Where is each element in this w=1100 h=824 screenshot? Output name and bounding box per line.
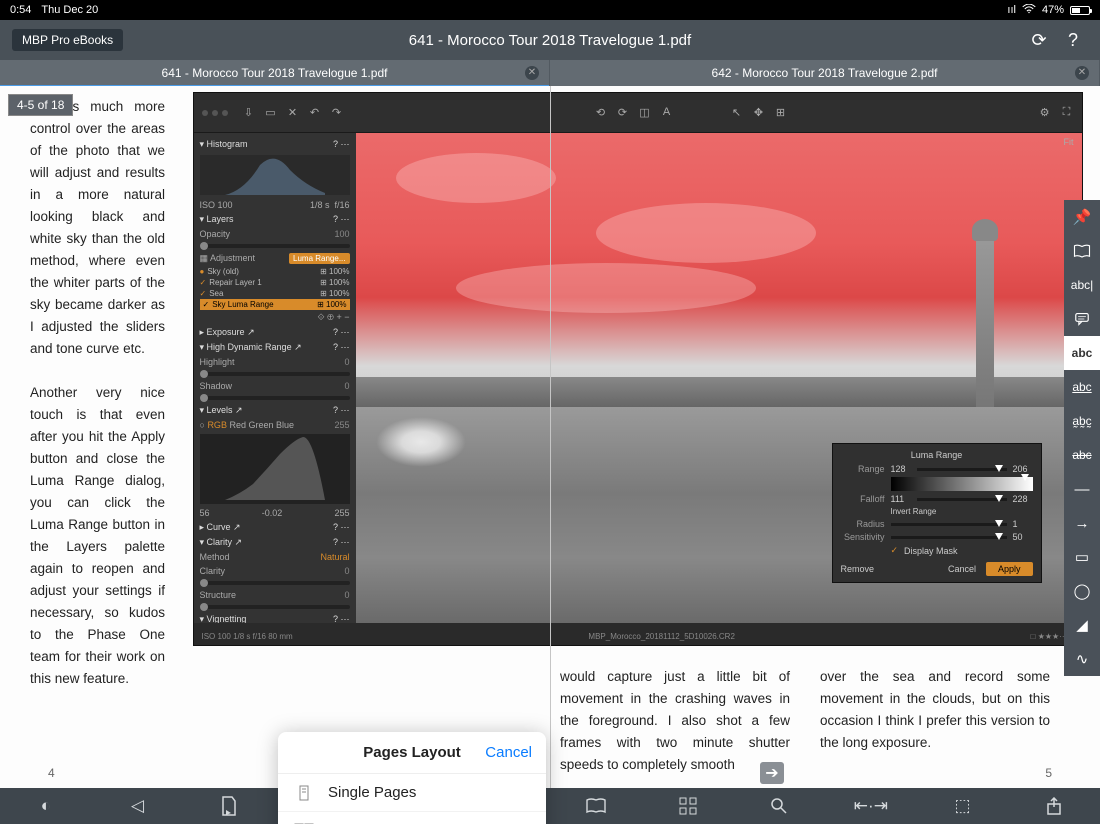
layout-double-pages[interactable]: Double Pages bbox=[278, 812, 546, 824]
squiggly-icon[interactable]: a̰b̰c̰ bbox=[1064, 404, 1100, 438]
embedded-screenshot: ⇩ ▭ ✕ ↶ ↷ ⟲ ⟳ ◫ A ↖ ✥ ⊞ ⚙ ⛶ bbox=[193, 92, 1083, 646]
tab-label: 641 - Morocco Tour 2018 Travelogue 1.pdf bbox=[162, 66, 388, 80]
wifi-icon bbox=[1022, 4, 1036, 17]
body-text-mid: would capture just a little bit of movem… bbox=[545, 666, 810, 776]
underline-icon[interactable]: abc bbox=[1064, 370, 1100, 404]
tab-doc-2[interactable]: 642 - Morocco Tour 2018 Travelogue 2.pdf… bbox=[550, 60, 1100, 86]
ss-image-viewer: Fit Luma Range Range128206 Falloff111228… bbox=[356, 133, 1082, 623]
grid-icon[interactable] bbox=[642, 788, 734, 824]
book-icon[interactable] bbox=[1064, 234, 1100, 268]
redo-icon: ↷ bbox=[330, 106, 344, 120]
oval-icon[interactable]: ◯ bbox=[1064, 574, 1100, 608]
search-icon[interactable] bbox=[733, 788, 825, 824]
tab-doc-1[interactable]: 641 - Morocco Tour 2018 Travelogue 1.pdf… bbox=[0, 60, 550, 86]
cancel-button[interactable]: Cancel bbox=[485, 744, 532, 761]
strikeout-icon[interactable]: abc bbox=[1064, 438, 1100, 472]
layout-single-pages[interactable]: Single Pages bbox=[278, 774, 546, 812]
comment-icon[interactable] bbox=[1064, 302, 1100, 336]
bottom-toolbar: ◐ ◁ ⊡ ⇤·⇥ ⬚ bbox=[0, 788, 1100, 824]
single-page-icon bbox=[294, 785, 314, 801]
gear-icon: ⚙ bbox=[1038, 106, 1052, 120]
arrow-icon[interactable]: → bbox=[1064, 506, 1100, 540]
ss-left-panels: ▾ Histogram? ⋯ ISO 1001/8 s f/16 ▾ Layer… bbox=[194, 133, 356, 623]
document-title: 641 - Morocco Tour 2018 Travelogue 1.pdf bbox=[409, 32, 691, 49]
highlight-icon[interactable]: abc bbox=[1064, 336, 1100, 370]
next-arrow-button[interactable]: ➔ bbox=[760, 762, 784, 784]
help-icon[interactable]: ? bbox=[1060, 30, 1086, 51]
battery-pct: 47% bbox=[1042, 4, 1064, 16]
page-icon[interactable] bbox=[183, 788, 275, 824]
reader-icon[interactable] bbox=[550, 788, 642, 824]
sync-icon[interactable]: ⟳ bbox=[1026, 30, 1052, 51]
pin-icon[interactable]: 📌 bbox=[1064, 200, 1100, 234]
grid-icon: ⊞ bbox=[774, 106, 788, 120]
document-tabs: 641 - Morocco Tour 2018 Travelogue 1.pdf… bbox=[0, 60, 1100, 86]
fullscreen-icon: ⛶ bbox=[1060, 106, 1074, 120]
view-mode-icon[interactable]: ◐ bbox=[0, 788, 92, 824]
body-text-below-left bbox=[0, 666, 285, 776]
page-content: 4-5 of 18 ives us much more control over… bbox=[0, 86, 1100, 788]
text-icon: A bbox=[660, 106, 674, 120]
back-icon[interactable]: ◁ bbox=[92, 788, 184, 824]
rotate2-icon: ⟳ bbox=[616, 106, 630, 120]
text-cursor-icon[interactable]: abc| bbox=[1064, 268, 1100, 302]
popup-title: Pages Layout bbox=[363, 744, 461, 761]
wave-icon[interactable]: ∿ bbox=[1064, 642, 1100, 676]
selection-icon[interactable]: ⬚ bbox=[917, 788, 1009, 824]
annotation-toolbar: 📌 abc| abc abc a̰b̰c̰ abc — → ▭ ◯ ◢ ∿ bbox=[1064, 200, 1100, 676]
luma-range-dialog: Luma Range Range128206 Falloff111228 Inv… bbox=[832, 443, 1042, 583]
crop-icon: ◫ bbox=[638, 106, 652, 120]
page-divider bbox=[550, 86, 551, 788]
library-bookmark[interactable]: MBP Pro eBooks bbox=[12, 29, 123, 51]
app-topbar: MBP Pro eBooks 641 - Morocco Tour 2018 T… bbox=[0, 20, 1100, 60]
rect-icon[interactable]: ▭ bbox=[1064, 540, 1100, 574]
move-icon: ✥ bbox=[752, 106, 766, 120]
x-icon: ✕ bbox=[286, 106, 300, 120]
date: Thu Dec 20 bbox=[41, 4, 98, 16]
popup-item-label: Single Pages bbox=[328, 784, 416, 801]
page-num-right: 5 bbox=[1045, 766, 1052, 780]
import-icon: ⇩ bbox=[242, 106, 256, 120]
clock: 0:54 bbox=[10, 4, 31, 16]
ios-statusbar: 0:54 Thu Dec 20 ııl 47% bbox=[0, 0, 1100, 20]
rotate-icon: ⟲ bbox=[594, 106, 608, 120]
fit-width-icon[interactable]: ⇤·⇥ bbox=[825, 788, 917, 824]
page-indicator: 4-5 of 18 bbox=[8, 94, 73, 116]
undo-icon: ↶ bbox=[308, 106, 322, 120]
eraser-icon[interactable]: ◢ bbox=[1064, 608, 1100, 642]
tab-label: 642 - Morocco Tour 2018 Travelogue 2.pdf bbox=[712, 66, 938, 80]
pages-layout-popup: Pages Layout Cancel Single Pages Double … bbox=[278, 732, 546, 824]
share-icon[interactable] bbox=[1008, 788, 1100, 824]
body-text-right: over the sea and record some movement in… bbox=[810, 666, 1060, 776]
signal-icon: ııl bbox=[1007, 4, 1016, 16]
close-icon[interactable]: ✕ bbox=[525, 66, 539, 80]
cursor-icon: ↖ bbox=[730, 106, 744, 120]
battery-icon bbox=[1070, 6, 1090, 15]
page-num-left: 4 bbox=[48, 766, 55, 780]
close-icon[interactable]: ✕ bbox=[1075, 66, 1089, 80]
line-icon[interactable]: — bbox=[1064, 472, 1100, 506]
ss-toolbar: ⇩ ▭ ✕ ↶ ↷ ⟲ ⟳ ◫ A ↖ ✥ ⊞ ⚙ ⛶ bbox=[194, 93, 1082, 133]
folder-icon: ▭ bbox=[264, 106, 278, 120]
